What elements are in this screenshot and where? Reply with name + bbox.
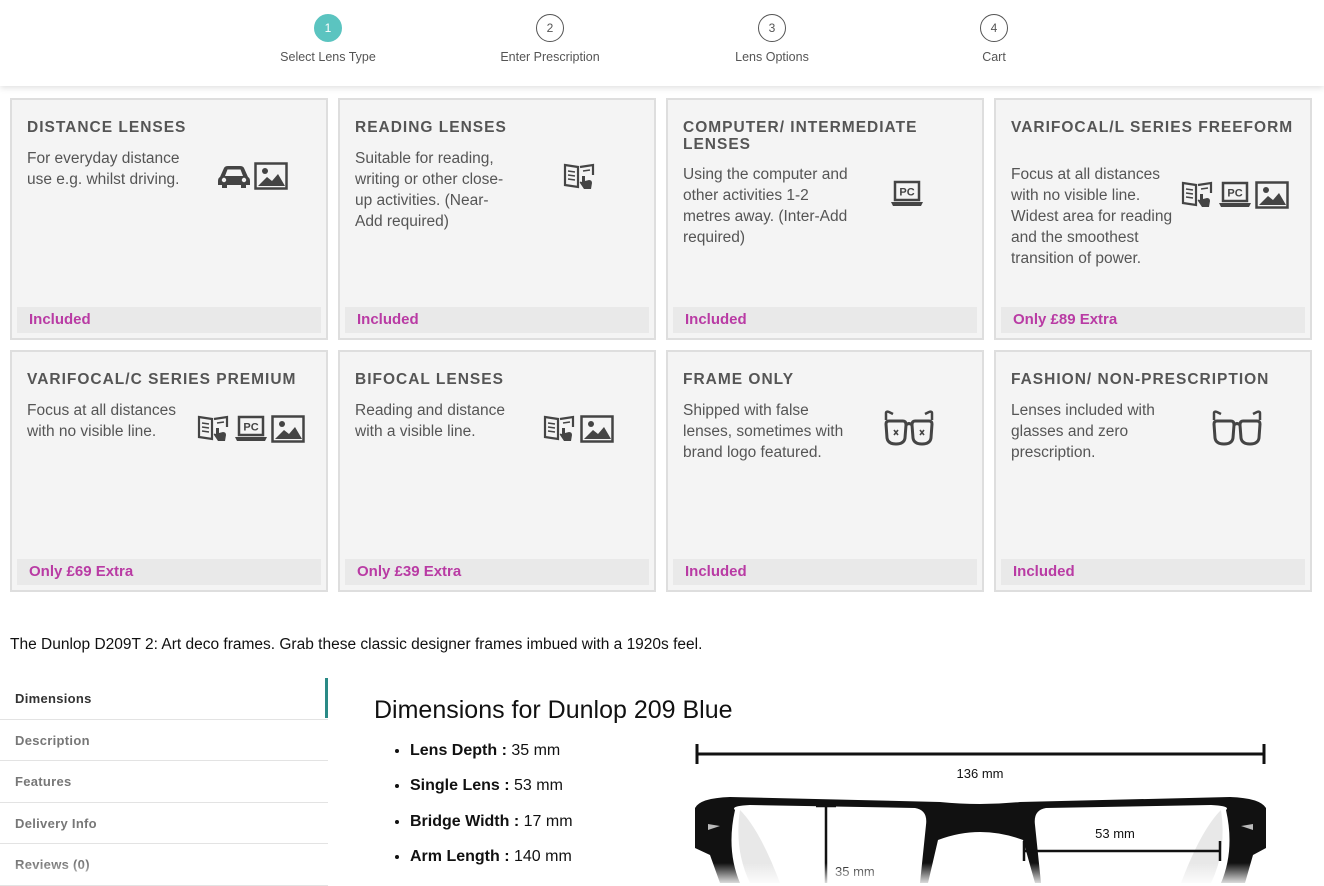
landscape-icon xyxy=(254,162,288,190)
step-number: 4 xyxy=(980,14,1008,42)
card-description: Shipped with false lenses, sometimes wit… xyxy=(683,402,844,461)
step-label: Cart xyxy=(982,50,1006,64)
lens-card-fashion[interactable]: FASHION/ NON-PRESCRIPTION Lenses include… xyxy=(994,350,1312,592)
frame-dimensions-diagram: 136 mm 53 mm 35 mm xyxy=(695,744,1266,883)
card-price: Only £39 Extra xyxy=(345,559,649,585)
card-price: Included xyxy=(1001,559,1305,585)
card-title: VARIFOCAL/C SERIES PREMIUM xyxy=(27,371,297,388)
card-title: FASHION/ NON-PRESCRIPTION xyxy=(1011,371,1270,388)
card-description: Focus at all distances with no visible l… xyxy=(27,402,177,440)
dimension-item: Bridge Width : 17 mm xyxy=(410,811,573,846)
lens-card-distance[interactable]: DISTANCE LENSES For everyday distance us… xyxy=(10,98,328,340)
card-price: Included xyxy=(673,307,977,333)
total-width-label: 136 mm xyxy=(957,766,1004,781)
book-hand-icon xyxy=(563,162,597,192)
laptop-pc-icon xyxy=(890,180,924,208)
card-description: Using the computer and other activities … xyxy=(683,166,848,246)
lens-depth-label: 35 mm xyxy=(835,864,875,879)
laptop-pc-icon xyxy=(1218,181,1252,209)
total-width-measure: 136 mm xyxy=(695,744,1266,781)
book-hand-icon xyxy=(1181,180,1215,210)
dimension-label: Single Lens : xyxy=(410,777,510,795)
step-select-lens-type[interactable]: 1 Select Lens Type xyxy=(248,14,408,64)
card-price: Only £89 Extra xyxy=(1001,307,1305,333)
dimension-value: 140 mm xyxy=(509,847,572,865)
card-icons xyxy=(217,162,288,190)
product-summary: The Dunlop D209T 2: Art deco frames. Gra… xyxy=(10,636,703,653)
dimension-item: Arm Length : 140 mm xyxy=(410,846,573,881)
tab-features[interactable]: Features xyxy=(0,761,328,803)
step-label: Lens Options xyxy=(735,50,809,64)
dimensions-title: Dimensions for Dunlop 209 Blue xyxy=(374,696,733,724)
card-price: Included xyxy=(345,307,649,333)
card-price: Only £69 Extra xyxy=(17,559,321,585)
lens-card-reading[interactable]: READING LENSES Suitable for reading, wri… xyxy=(338,98,656,340)
step-label: Select Lens Type xyxy=(280,50,376,64)
book-hand-icon xyxy=(197,414,231,444)
tab-dimensions[interactable]: Dimensions xyxy=(0,678,328,720)
card-description: Focus at all distances with no visible l… xyxy=(1011,166,1173,267)
product-tabs: Dimensions Description Features Delivery… xyxy=(0,678,328,886)
lens-card-varifocal-c[interactable]: VARIFOCAL/C SERIES PREMIUM Focus at all … xyxy=(10,350,328,592)
step-label: Enter Prescription xyxy=(500,50,600,64)
lens-card-bifocal[interactable]: BIFOCAL LENSES Reading and distance with… xyxy=(338,350,656,592)
card-title: DISTANCE LENSES xyxy=(27,119,187,136)
lens-card-computer[interactable]: COMPUTER/ INTERMEDIATE LENSES Using the … xyxy=(666,98,984,340)
tab-description[interactable]: Description xyxy=(0,720,328,761)
step-number: 2 xyxy=(536,14,564,42)
dimensions-list: Lens Depth : 35 mm Single Lens : 53 mm B… xyxy=(390,740,573,881)
card-icons xyxy=(890,180,924,208)
landscape-icon xyxy=(1255,181,1289,209)
dimension-label: Bridge Width : xyxy=(410,812,520,830)
card-title: FRAME ONLY xyxy=(683,371,795,388)
card-description: For everyday distance use e.g. whilst dr… xyxy=(27,150,180,188)
dimension-value: 17 mm xyxy=(519,812,573,830)
dimension-value: 35 mm xyxy=(506,742,561,759)
card-description: Lenses included with glasses and zero pr… xyxy=(1011,402,1155,461)
card-description: Reading and distance with a visible line… xyxy=(355,402,505,440)
card-title: VARIFOCAL/L SERIES FREEFORM xyxy=(1011,119,1294,136)
step-number: 1 xyxy=(314,14,342,42)
book-hand-icon xyxy=(543,414,577,444)
car-icon xyxy=(217,162,251,190)
card-price: Included xyxy=(17,307,321,333)
step-cart[interactable]: 4 Cart xyxy=(914,14,1074,64)
step-number: 3 xyxy=(758,14,786,42)
dimension-item: Single Lens : 53 mm xyxy=(410,775,573,810)
tab-delivery-info[interactable]: Delivery Info xyxy=(0,803,328,844)
dimension-item: Lens Depth : 35 mm xyxy=(410,740,573,775)
landscape-icon xyxy=(580,415,614,443)
glasses-x-icon xyxy=(884,410,934,448)
card-title: COMPUTER/ INTERMEDIATE LENSES xyxy=(683,119,918,153)
glasses-icon xyxy=(1212,410,1262,448)
card-icons xyxy=(884,410,934,448)
card-icons xyxy=(197,414,305,444)
lens-card-frame-only[interactable]: FRAME ONLY Shipped with false lenses, so… xyxy=(666,350,984,592)
card-title: READING LENSES xyxy=(355,119,507,136)
card-title: BIFOCAL LENSES xyxy=(355,371,504,388)
laptop-pc-icon xyxy=(234,415,268,443)
tab-reviews[interactable]: Reviews (0) xyxy=(0,844,328,886)
dimension-value: 53 mm xyxy=(509,777,563,795)
lens-width-label: 53 mm xyxy=(1095,826,1135,841)
lens-card-varifocal-l[interactable]: VARIFOCAL/L SERIES FREEFORM Focus at all… xyxy=(994,98,1312,340)
dimension-label: Lens Depth : xyxy=(410,742,507,759)
progress-stepper: 1 Select Lens Type 2 Enter Prescription … xyxy=(0,0,1324,86)
card-icons xyxy=(563,162,597,192)
step-enter-prescription[interactable]: 2 Enter Prescription xyxy=(470,14,630,64)
card-icons xyxy=(543,414,614,444)
frame-outline xyxy=(695,797,1266,883)
card-icons xyxy=(1212,410,1262,448)
card-description: Suitable for reading, writing or other c… xyxy=(355,150,504,230)
card-price: Included xyxy=(673,559,977,585)
landscape-icon xyxy=(271,415,305,443)
card-icons xyxy=(1181,180,1289,210)
step-lens-options[interactable]: 3 Lens Options xyxy=(692,14,852,64)
dimension-label: Arm Length : xyxy=(410,847,510,865)
